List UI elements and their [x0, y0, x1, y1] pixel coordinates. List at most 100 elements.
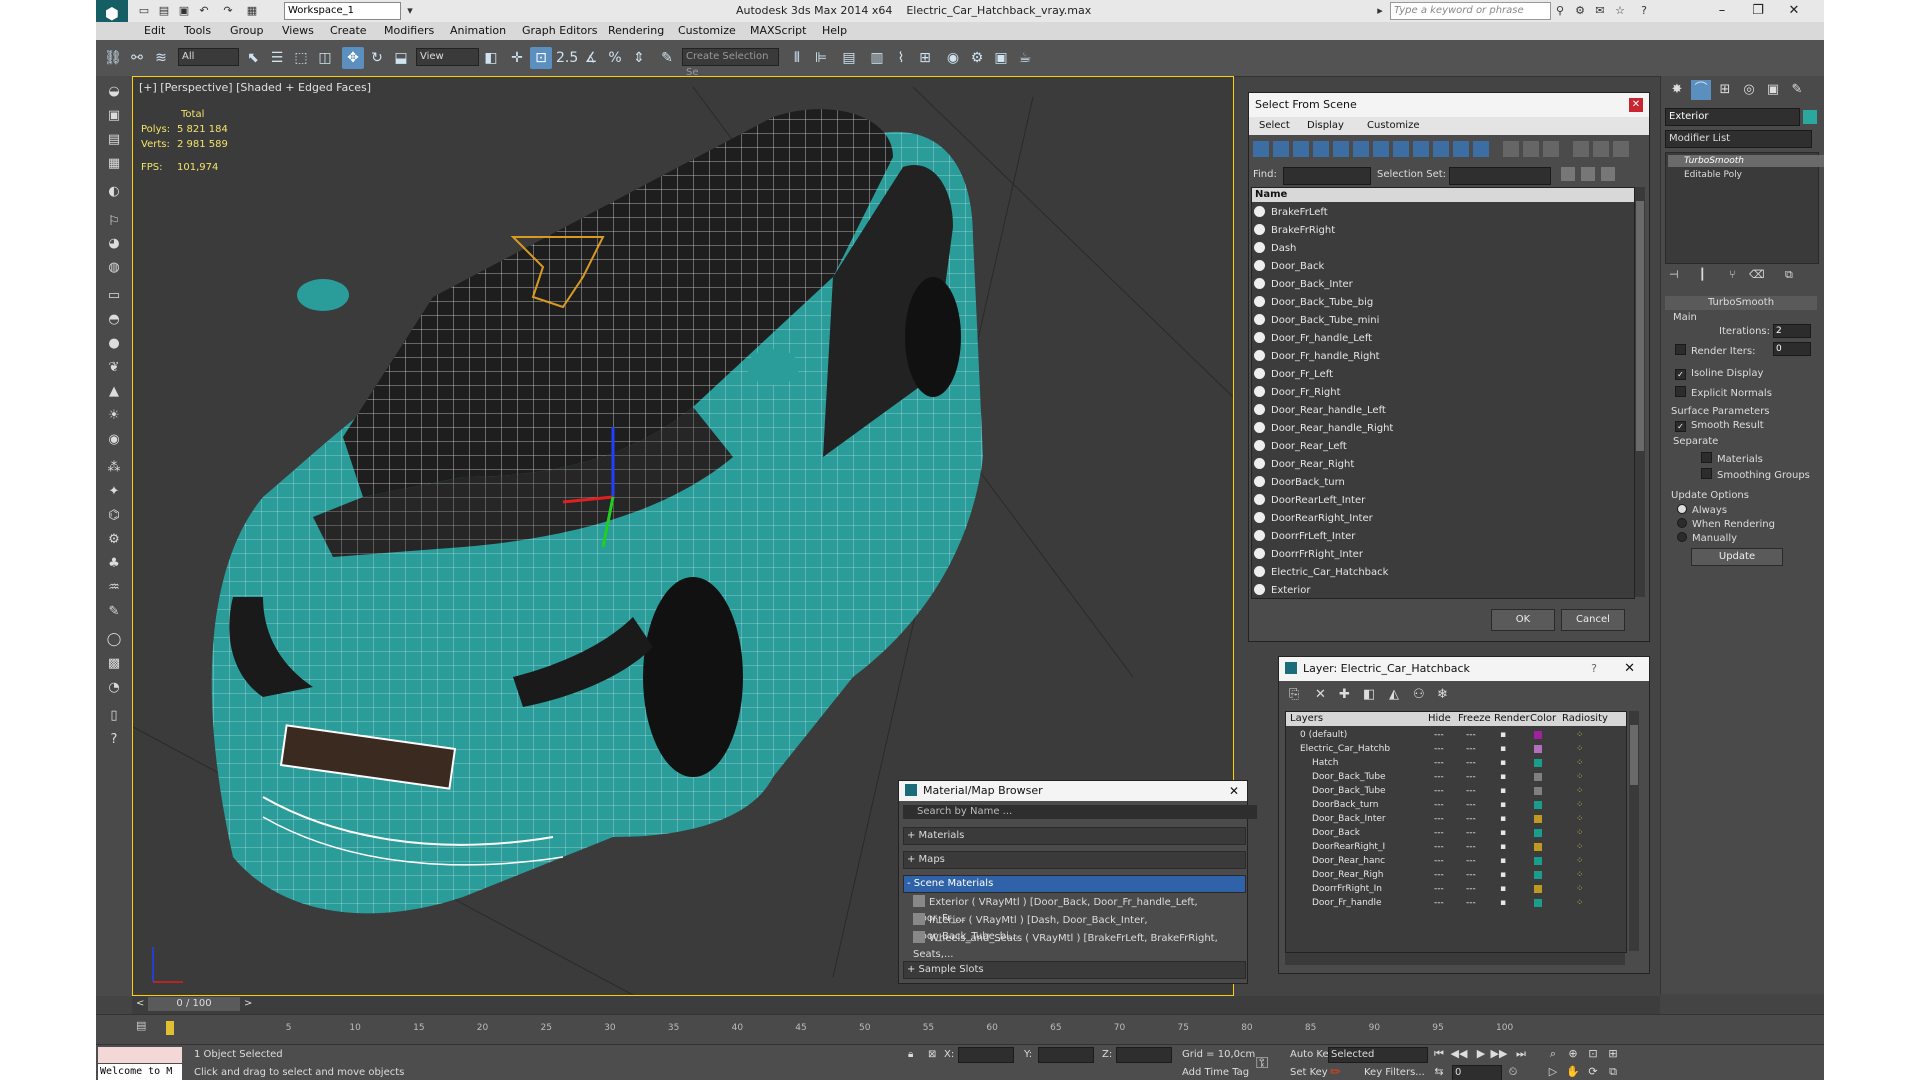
material-editor-icon[interactable]: ◉ [942, 47, 964, 69]
maxscript-output[interactable]: Welcome to M [98, 1064, 182, 1080]
layer-render-toggle-icon[interactable]: ▪ [1500, 868, 1506, 882]
cancel-button[interactable]: Cancel [1561, 609, 1625, 631]
key-icon[interactable]: ⚿ [1256, 1053, 1268, 1073]
layer-row[interactable]: Door_Rear_Righ --- --- ▪ ⁘ [1286, 868, 1626, 882]
layer-row[interactable]: Hatch --- --- ▪ ⁘ [1286, 756, 1626, 770]
sfs-menu-customize[interactable]: Customize [1367, 120, 1420, 131]
subscription-icon[interactable]: ⚙ [1572, 3, 1588, 19]
script-icon[interactable]: ▯ [104, 706, 124, 726]
layer-manager-icon[interactable]: ▤ [838, 47, 860, 69]
selection-filter-select[interactable]: All [178, 48, 239, 66]
layer-hide-toggle[interactable]: --- [1434, 854, 1444, 868]
vray-light-icon[interactable]: ◐ [104, 182, 124, 202]
scene-object-row[interactable]: DoorBack_turn [1254, 474, 1345, 492]
col-radiosity[interactable]: Radiosity [1562, 712, 1608, 726]
filter-hidden-icon[interactable] [1473, 141, 1489, 157]
layer-color-swatch[interactable] [1534, 773, 1542, 781]
particle-icon[interactable]: ⁂ [104, 458, 124, 478]
layer-render-toggle-icon[interactable]: ▪ [1500, 742, 1506, 756]
freeze-all-icon[interactable]: ❄ [1437, 687, 1448, 702]
goto-start-icon[interactable]: ⏮ [1430, 1045, 1448, 1063]
material-row-exterior[interactable]: Exterior ( VRayMtl ) [Door_Back, Door_Fr… [913, 895, 1243, 924]
layer-freeze-toggle[interactable]: --- [1466, 784, 1476, 798]
material-row-wheels[interactable]: Wheels_and_Seats ( VRayMtl ) [BrakeFrLef… [913, 931, 1243, 960]
project-folder-icon[interactable]: ▦ [244, 3, 260, 19]
scene-list-scrollbar[interactable] [1635, 187, 1645, 597]
sfs-tool-1-icon[interactable] [1561, 167, 1575, 181]
select-rotate-icon[interactable]: ↻ [366, 47, 388, 69]
layer-color-swatch[interactable] [1534, 857, 1542, 865]
scene-object-row[interactable]: Door_Back_Inter [1254, 276, 1353, 294]
vray-sphere-icon[interactable]: ● [104, 334, 124, 354]
material-row-interior[interactable]: Interior ( VRayMtl ) [Dash, Door_Back_In… [913, 913, 1243, 942]
menu-rendering[interactable]: Rendering [608, 24, 664, 37]
add-time-tag[interactable]: Add Time Tag [1182, 1067, 1249, 1078]
sfs-menu-display[interactable]: Display [1307, 120, 1344, 131]
filter-geometry-icon[interactable] [1253, 141, 1269, 157]
workspace-select[interactable]: Workspace_1 [284, 2, 401, 20]
layer-freeze-toggle[interactable]: --- [1466, 896, 1476, 910]
layer-render-toggle-icon[interactable]: ▪ [1500, 854, 1506, 868]
menu-modifiers[interactable]: Modifiers [384, 24, 434, 37]
align-icon[interactable]: ⊫ [810, 47, 832, 69]
hierarchy-tab-icon[interactable]: ⊞ [1715, 80, 1735, 100]
menu-customize[interactable]: Customize [678, 24, 736, 37]
current-frame-field[interactable]: 0 [1452, 1065, 1502, 1080]
bind-space-warp-icon[interactable]: ≋ [150, 47, 172, 69]
maximize-button[interactable]: ❐ [1740, 0, 1776, 22]
delete-layer-icon[interactable]: ✕ [1315, 687, 1326, 702]
material-search-input[interactable]: Search by Name ... [903, 805, 1257, 819]
col-color[interactable]: Color [1530, 712, 1556, 726]
scene-object-row[interactable]: Door_Back_Tube_mini [1254, 312, 1379, 330]
prev-frame-icon[interactable]: ◀◀ [1450, 1045, 1468, 1063]
layer-freeze-toggle[interactable]: --- [1466, 742, 1476, 756]
layer-color-swatch[interactable] [1534, 885, 1542, 893]
vray-fur-icon[interactable]: ❦ [104, 358, 124, 378]
vray-proxy-icon[interactable]: ◓ [104, 310, 124, 330]
highlight-layer-icon[interactable]: ◭ [1389, 687, 1399, 702]
scene-object-row[interactable]: DoorrFrRight_Inter [1254, 546, 1363, 564]
layer-render-toggle-icon[interactable]: ▪ [1500, 840, 1506, 854]
mini-curve-editor-icon[interactable]: ▤ [136, 1019, 146, 1032]
layer-row[interactable]: Electric_Car_Hatchb --- --- ▪ ⁘ [1286, 742, 1626, 756]
play-icon[interactable]: ▶ [1472, 1045, 1490, 1063]
dynamics-icon[interactable]: ✦ [104, 482, 124, 502]
zoom-icon[interactable]: ⌕ [1544, 1045, 1562, 1063]
layer-color-swatch[interactable] [1534, 829, 1542, 837]
smoothing-groups-checkbox[interactable]: Smoothing Groups [1701, 468, 1810, 481]
filter-xrefs-icon[interactable] [1393, 141, 1409, 157]
modify-tab-icon[interactable]: ⌒ [1691, 80, 1711, 100]
vray-sun-icon[interactable]: ◕ [104, 234, 124, 254]
layer-color-swatch[interactable] [1534, 759, 1542, 767]
menu-group[interactable]: Group [230, 24, 264, 37]
find-input[interactable] [1283, 167, 1371, 185]
open-file-icon[interactable]: ▤ [156, 3, 172, 19]
utilities-tab-icon[interactable]: ✎ [1787, 80, 1807, 100]
vray-ball-icon[interactable]: ◉ [104, 430, 124, 450]
layer-radiosity-icon[interactable]: ⁘ [1576, 770, 1584, 784]
layer-color-swatch[interactable] [1534, 815, 1542, 823]
layer-dialog-close-button[interactable]: ✕ [1624, 661, 1635, 676]
object-color-swatch[interactable] [1803, 110, 1817, 124]
time-slider-thumb[interactable]: 0 / 100 [148, 997, 240, 1011]
scene-object-row[interactable]: Door_Rear_Left [1254, 438, 1347, 456]
configure-sets-icon[interactable]: ⧉ [1785, 268, 1793, 282]
filter-shapes-icon[interactable] [1273, 141, 1289, 157]
filter-spacewarps-icon[interactable] [1353, 141, 1369, 157]
menu-animation[interactable]: Animation [450, 24, 506, 37]
menu-maxscript[interactable]: MAXScript [750, 24, 806, 37]
layer-freeze-toggle[interactable]: --- [1466, 882, 1476, 896]
layer-render-toggle-icon[interactable]: ▪ [1500, 826, 1506, 840]
search-arrow-icon[interactable]: ▸ [1372, 3, 1388, 19]
layer-row[interactable]: Door_Fr_handle --- --- ▪ ⁘ [1286, 896, 1626, 910]
hair-icon[interactable]: ♒ [104, 578, 124, 598]
layer-freeze-toggle[interactable]: --- [1466, 840, 1476, 854]
iterations-spinner[interactable]: 2 [1773, 324, 1811, 338]
layer-row[interactable]: DoorBack_turn --- --- ▪ ⁘ [1286, 798, 1626, 812]
vray-dome-icon[interactable]: ◍ [104, 258, 124, 278]
layer-radiosity-icon[interactable]: ⁘ [1576, 826, 1584, 840]
explicit-normals-checkbox[interactable]: Explicit Normals [1675, 386, 1772, 399]
scene-object-row[interactable]: Door_Rear_handle_Right [1254, 420, 1393, 438]
curve-editor-icon[interactable]: ⌇ [890, 47, 912, 69]
when-rendering-radio[interactable]: When Rendering [1677, 518, 1775, 530]
